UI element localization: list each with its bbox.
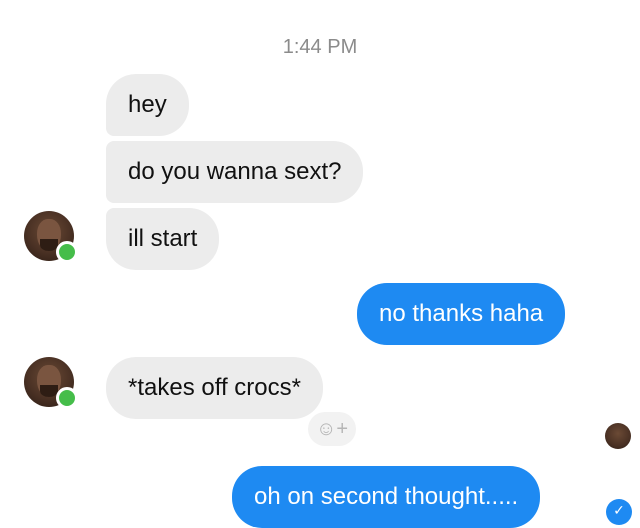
add-reaction-icon[interactable]: ☺+ [308, 412, 356, 446]
message-bubble-incoming[interactable]: *takes off crocs* [106, 357, 323, 419]
online-status-icon [56, 241, 78, 263]
message-timestamp: 1:44 PM [282, 36, 358, 58]
online-status-icon [56, 387, 78, 409]
seen-avatar-icon [605, 423, 631, 449]
contact-avatar[interactable] [24, 211, 78, 263]
delivered-check-icon: ✓ [606, 499, 632, 525]
message-bubble-incoming[interactable]: ill start [106, 208, 220, 270]
message-bubble-incoming[interactable]: hey [106, 74, 189, 136]
message-bubble-outgoing[interactable]: no thanks haha [357, 283, 566, 345]
contact-avatar[interactable] [24, 357, 78, 409]
message-bubble-incoming[interactable]: do you wanna sext? [106, 141, 364, 203]
